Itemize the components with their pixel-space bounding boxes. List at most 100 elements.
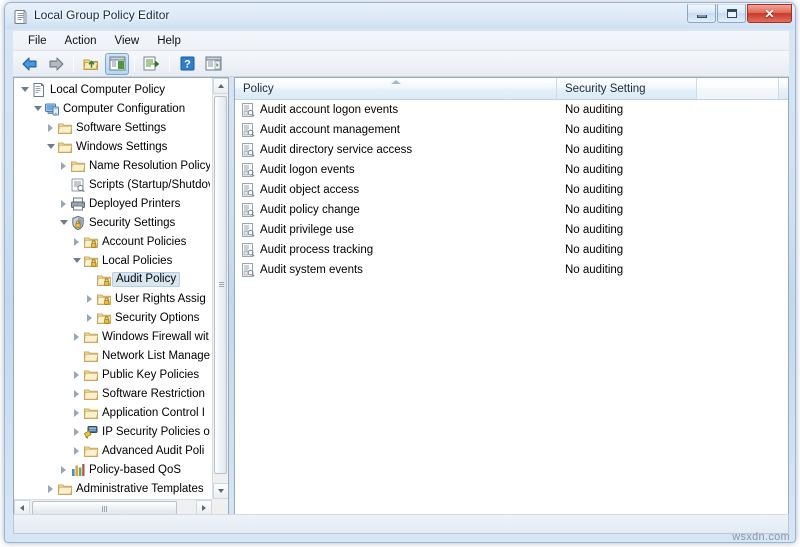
tree-node-label: Account Policies [102,235,187,248]
tree-node[interactable]: Advanced Audit Poli [14,441,212,460]
folder-icon [83,386,99,402]
help-icon: ? [180,56,194,71]
toolbar: ? [13,51,789,77]
tree-node-label: Public Key Policies [102,368,200,381]
table-row[interactable]: Audit system events No auditing [235,260,788,280]
chevron-down-icon[interactable] [70,254,83,267]
chevron-right-icon[interactable] [70,444,83,457]
chevron-right-icon[interactable] [70,368,83,381]
chevron-right-icon[interactable] [44,121,57,134]
policy-name-cell: Audit account management [235,122,557,138]
close-button[interactable]: ✕ [747,4,792,23]
title-bar: Local Group Policy Editor ✕ [5,3,795,31]
tree-node[interactable]: User Rights Assig [14,289,212,308]
tree-node-label: Audit Policy [112,272,181,287]
chevron-right-icon[interactable] [70,425,83,438]
security-setting-label: No auditing [565,264,624,276]
table-row[interactable]: Audit privilege use No auditing [235,220,788,240]
tree-node[interactable]: Computer Configuration [14,99,212,118]
policy-name-label: Audit policy change [260,204,360,216]
tree-node[interactable]: Network List Manage [14,346,212,365]
up-one-level-button[interactable] [79,53,103,75]
security-setting-cell: No auditing [557,224,697,236]
chevron-right-icon[interactable] [70,387,83,400]
tree-node[interactable]: Windows Settings [14,137,212,156]
chevron-right-icon[interactable] [44,482,57,495]
tree-scroll-down-button[interactable] [213,483,228,499]
menu-item-file[interactable]: File [19,33,56,49]
tree-node[interactable]: Account Policies [14,232,212,251]
tree-node[interactable]: Scripts (Startup/Shutdov [14,175,212,194]
security-setting-cell: No auditing [557,204,697,216]
tree-scroll-thumb[interactable] [214,96,227,474]
tree-node[interactable]: IP Security Policies o [14,422,212,441]
policy-tree[interactable]: Local Computer Policy Computer Configurat… [14,78,212,499]
table-row[interactable]: Audit account logon events No auditing [235,100,788,120]
policy-name-cell: Audit policy change [235,202,557,218]
table-row[interactable]: Audit account management No auditing [235,120,788,140]
export-list-button[interactable] [140,53,164,75]
table-row[interactable]: Audit object access No auditing [235,180,788,200]
chevron-right-icon[interactable] [70,330,83,343]
tree-vertical-scrollbar[interactable] [212,78,228,499]
tree-node[interactable]: Audit Policy [14,270,212,289]
tree-node[interactable]: Local Computer Policy [14,80,212,99]
policy-setting-icon [240,162,256,178]
arrow-up-icon [218,84,224,88]
chevron-right-icon[interactable] [57,159,70,172]
chevron-down-icon[interactable] [57,216,70,229]
help-button[interactable]: ? [175,53,199,75]
chevron-down-icon[interactable] [44,140,57,153]
tree-node-label: Advanced Audit Poli [102,444,205,457]
column-header-blank[interactable] [697,78,779,99]
forward-icon [49,57,64,70]
tree-node[interactable]: Policy-based QoS [14,460,212,479]
chevron-right-icon[interactable] [57,463,70,476]
tree-node-label: Software Settings [76,121,167,134]
table-row[interactable]: Audit directory service access No auditin… [235,140,788,160]
chevron-right-icon[interactable] [70,406,83,419]
column-header-security-setting[interactable]: Security Setting [557,78,697,99]
tree-node[interactable]: Public Key Policies [14,365,212,384]
tree-node[interactable]: Deployed Printers [14,194,212,213]
back-button[interactable] [18,53,42,75]
policy-setting-icon [240,202,256,218]
chevron-right-icon[interactable] [70,235,83,248]
tree-node-label: Network List Manage [102,349,210,362]
table-row[interactable]: Audit logon events No auditing [235,160,788,180]
tree-node[interactable]: Name Resolution Policy [14,156,212,175]
tree-node[interactable]: Security Settings [14,213,212,232]
menu-item-view[interactable]: View [106,33,149,49]
show-hide-action-pane-button[interactable] [201,53,225,75]
show-hide-console-tree-button[interactable] [105,52,129,75]
policy-name-label: Audit logon events [260,164,355,176]
tree-node[interactable]: Application Control I [14,403,212,422]
policy-list-rows[interactable]: Audit account logon events No auditing Aud… [235,100,788,516]
security-setting-cell: No auditing [557,264,697,276]
menu-item-action[interactable]: Action [56,33,106,49]
tree-node[interactable]: Software Restriction [14,384,212,403]
tree-node[interactable]: Local Policies [14,251,212,270]
forward-button[interactable] [44,53,68,75]
minimize-button[interactable] [687,4,716,23]
tree-node[interactable]: Windows Firewall wit [14,327,212,346]
chevron-down-icon[interactable] [31,102,44,115]
tree-scroll-up-button[interactable] [213,78,228,94]
chevron-down-icon[interactable] [18,83,31,96]
tree-node[interactable]: Software Settings [14,118,212,137]
menu-item-help[interactable]: Help [148,33,190,49]
chevron-right-icon[interactable] [83,292,96,305]
chevron-right-icon[interactable] [57,197,70,210]
column-header-policy[interactable]: Policy [235,78,557,99]
policy-name-label: Audit account management [260,124,401,136]
tree-hscroll-thumb[interactable] [32,501,177,515]
table-row[interactable]: Audit policy change No auditing [235,200,788,220]
chevron-right-icon[interactable] [83,311,96,324]
folder-lock-icon [96,272,112,288]
tree-node[interactable]: Security Options [14,308,212,327]
maximize-button[interactable] [717,4,746,23]
tree-node[interactable]: Administrative Templates [14,479,212,498]
tree-node-label: Name Resolution Policy [89,159,210,172]
table-row[interactable]: Audit process tracking No auditing [235,240,788,260]
